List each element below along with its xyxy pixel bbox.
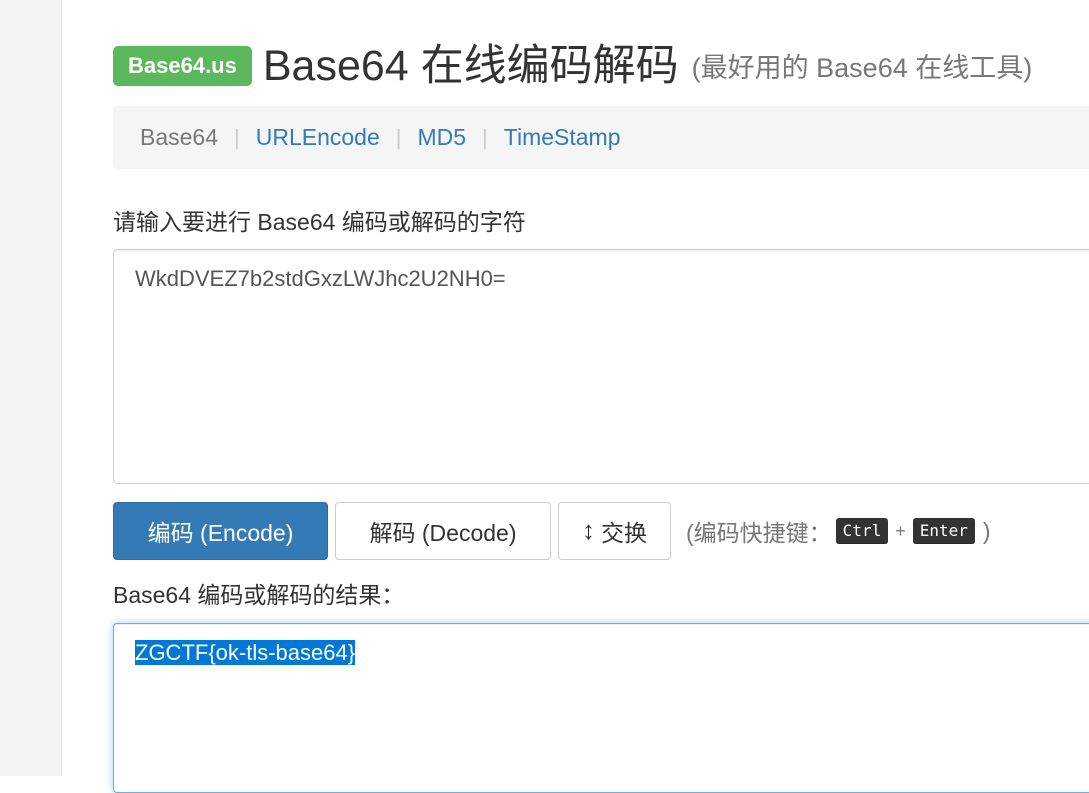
left-gutter (0, 0, 62, 776)
nav-item-md5[interactable]: MD5 (417, 124, 466, 151)
input-text: WkdDVEZ7b2stdGxzLWJhc2U2NH0= (135, 266, 506, 291)
encode-button[interactable]: 编码 (Encode) (113, 502, 328, 560)
output-text: ZGCTF{ok-tls-base64} (135, 640, 356, 665)
nav-item-base64: Base64 (140, 124, 219, 150)
nav-separator: | (395, 124, 402, 150)
swap-arrows-icon: ↕ (582, 514, 595, 545)
page-header: Base64.us Base64 在线编码解码 (最好用的 Base64 在线工… (113, 38, 1032, 94)
page-subtitle: (最好用的 Base64 在线工具) (691, 53, 1033, 83)
page-title: Base64 在线编码解码 (262, 42, 679, 90)
swap-button-label: 交换 (601, 520, 647, 546)
nav-separator: | (482, 124, 488, 150)
nav-separator: | (234, 124, 240, 150)
decode-button[interactable]: 解码 (Decode) (335, 502, 551, 560)
encode-button-label: 编码 (Encode) (147, 520, 294, 546)
shortcut-prefix: (编码快捷键： (686, 520, 832, 546)
nav-item-timestamp[interactable]: TimeStamp (504, 124, 621, 151)
ctrl-key: Ctrl (835, 518, 889, 544)
brand-badge[interactable]: Base64.us (113, 46, 252, 86)
shortcut-hint: (编码快捷键： Ctrl + Enter ) (686, 502, 991, 560)
decode-button-label: 解码 (Decode) (369, 520, 517, 546)
main-container: Base64.us Base64 在线编码解码 (最好用的 Base64 在线工… (113, 0, 1089, 793)
input-label: 请输入要进行 Base64 编码或解码的字符 (113, 209, 526, 235)
breadcrumb-nav: Base64 | URLEncode | MD5 | TimeStamp (113, 106, 1089, 169)
plus-sign: + (895, 520, 906, 541)
enter-key: Enter (912, 518, 975, 544)
output-textarea[interactable]: ZGCTF{ok-tls-base64} (113, 623, 1089, 793)
input-textarea[interactable]: WkdDVEZ7b2stdGxzLWJhc2U2NH0= (113, 249, 1089, 484)
swap-button[interactable]: ↕ 交换 (558, 502, 671, 560)
shortcut-suffix: ) (982, 517, 991, 544)
result-label: Base64 编码或解码的结果： (113, 582, 405, 608)
nav-item-urlencode[interactable]: URLEncode (256, 124, 380, 151)
